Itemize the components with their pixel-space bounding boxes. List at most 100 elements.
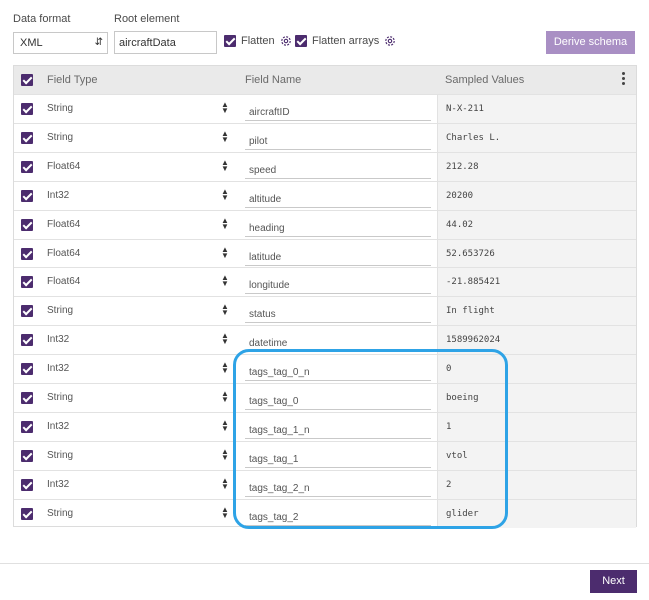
sort-arrows-icon[interactable]: ▲ ▼ (221, 332, 229, 346)
field-type-select[interactable]: Int32 (47, 334, 69, 345)
field-name-input[interactable]: tags_tag_1 (245, 446, 431, 468)
row-checkbox[interactable] (21, 507, 33, 520)
sort-arrows-icon[interactable]: ▲ ▼ (221, 187, 229, 201)
row-checkbox[interactable] (21, 218, 33, 231)
sort-arrows-icon[interactable]: ▲ ▼ (221, 216, 229, 230)
field-type-select[interactable]: Int32 (47, 421, 69, 432)
field-name-input[interactable]: tags_tag_0_n (245, 359, 431, 382)
sort-arrows-icon[interactable]: ▲ ▼ (221, 390, 229, 404)
row-checkbox[interactable] (21, 392, 33, 404)
row-checkbox[interactable] (21, 449, 33, 462)
row-checkbox[interactable] (21, 305, 33, 318)
field-name-input[interactable]: datetime (245, 330, 431, 353)
table-row: String ▲ ▼ aircraftID N-X-211 (14, 94, 636, 123)
field-name-input[interactable]: tags_tag_1_n (245, 417, 431, 439)
gear-icon[interactable] (280, 35, 292, 47)
more-options-icon[interactable] (622, 72, 626, 87)
next-button[interactable]: Next (590, 570, 637, 593)
row-checkbox[interactable] (21, 247, 33, 260)
table-row: Int32 ▲ ▼ altitude 20200 (14, 180, 636, 210)
field-type-select[interactable]: Float64 (47, 248, 80, 259)
sampled-value: Charles L. (437, 123, 636, 152)
sort-arrows-icon[interactable]: ▲ ▼ (221, 303, 229, 317)
data-format-select[interactable]: XML ⇵ (13, 32, 108, 54)
sampled-value: 212.28 (437, 152, 636, 181)
schema-table: Field Type Field Name Sampled Values Str… (13, 65, 637, 528)
table-row: String ▲ ▼ status In flight (14, 296, 636, 326)
field-type-select[interactable]: Float64 (47, 219, 80, 230)
field-name-input[interactable]: altitude (245, 186, 431, 208)
sort-arrows-icon[interactable]: ▲ ▼ (221, 245, 229, 259)
flatten-checkbox[interactable] (224, 35, 236, 47)
table-row: String ▲ ▼ tags_tag_0 boeing (14, 383, 636, 412)
sort-arrows-icon[interactable]: ▲ ▼ (221, 505, 229, 519)
gear-icon[interactable] (384, 35, 396, 47)
field-type-select[interactable]: String (47, 103, 73, 114)
field-name-input[interactable]: speed (245, 157, 431, 179)
row-checkbox[interactable] (21, 334, 33, 347)
table-row: String ▲ ▼ tags_tag_2 glider (14, 498, 636, 528)
sampled-value: 1 (437, 412, 636, 441)
flatten-label: Flatten (241, 35, 275, 47)
field-type-select[interactable]: Float64 (47, 161, 80, 172)
field-name-input[interactable]: longitude (245, 272, 431, 295)
column-header-sampled-values: Sampled Values (445, 74, 525, 86)
field-type-select[interactable]: String (47, 305, 73, 316)
flatten-arrays-label: Flatten arrays (312, 35, 380, 47)
root-element-input[interactable]: aircraftData (114, 31, 217, 54)
field-type-select[interactable]: Int32 (47, 363, 69, 374)
row-checkbox[interactable] (21, 363, 33, 376)
footer-divider (0, 563, 649, 564)
row-checkbox[interactable] (21, 478, 33, 491)
table-row: Float64 ▲ ▼ heading 44.02 (14, 209, 636, 239)
field-type-select[interactable]: String (47, 132, 73, 143)
sampled-value: 52.653726 (437, 239, 636, 268)
field-name-input[interactable]: aircraftID (245, 99, 431, 121)
field-type-select[interactable]: Float64 (47, 276, 80, 287)
sort-arrows-icon[interactable]: ▲ ▼ (221, 274, 229, 288)
derive-schema-button[interactable]: Derive schema (546, 31, 635, 54)
sampled-value: glider (437, 499, 636, 528)
select-all-checkbox[interactable] (21, 74, 33, 86)
field-type-select[interactable]: Int32 (47, 190, 69, 201)
field-name-input[interactable]: tags_tag_2 (245, 504, 431, 526)
sort-arrows-icon[interactable]: ▲ ▼ (221, 476, 229, 490)
table-row: Int32 ▲ ▼ datetime 1589962024 (14, 325, 636, 355)
sampled-value: boeing (437, 384, 636, 412)
sampled-value: 1589962024 (437, 326, 636, 355)
field-name-input[interactable]: latitude (245, 244, 431, 266)
sampled-value: 44.02 (437, 210, 636, 239)
sort-arrows-icon[interactable]: ▲ ▼ (221, 418, 229, 432)
table-row: Float64 ▲ ▼ longitude -21.885421 (14, 267, 636, 297)
flatten-arrays-checkbox[interactable] (295, 35, 307, 47)
field-type-select[interactable]: Int32 (47, 479, 69, 490)
row-checkbox[interactable] (21, 189, 33, 202)
field-name-input[interactable]: status (245, 301, 431, 324)
column-header-field-name: Field Name (245, 74, 302, 86)
sampled-value: In flight (437, 297, 636, 326)
sort-arrows-icon[interactable]: ▲ ▼ (221, 361, 229, 375)
sampled-value: 0 (437, 355, 636, 384)
sort-arrows-icon[interactable]: ▲ ▼ (221, 158, 229, 172)
table-row: Int32 ▲ ▼ tags_tag_1_n 1 (14, 411, 636, 441)
sort-arrows-icon[interactable]: ▲ ▼ (221, 101, 229, 115)
sampled-value: -21.885421 (437, 268, 636, 297)
sort-arrows-icon[interactable]: ▲ ▼ (221, 447, 229, 461)
row-checkbox[interactable] (21, 103, 33, 115)
root-element-label: Root element (114, 13, 180, 25)
field-name-input[interactable]: tags_tag_0 (245, 388, 431, 410)
field-type-select[interactable]: String (47, 508, 73, 519)
table-row: Int32 ▲ ▼ tags_tag_2_n 2 (14, 469, 636, 499)
column-header-field-type: Field Type (47, 74, 98, 86)
field-type-select[interactable]: String (47, 450, 73, 461)
table-row: Float64 ▲ ▼ latitude 52.653726 (14, 238, 636, 268)
field-type-select[interactable]: String (47, 392, 73, 403)
row-checkbox[interactable] (21, 131, 33, 144)
field-name-input[interactable]: heading (245, 215, 431, 237)
row-checkbox[interactable] (21, 160, 33, 173)
row-checkbox[interactable] (21, 420, 33, 433)
sort-arrows-icon[interactable]: ▲ ▼ (221, 129, 229, 143)
field-name-input[interactable]: pilot (245, 128, 431, 150)
row-checkbox[interactable] (21, 276, 33, 289)
field-name-input[interactable]: tags_tag_2_n (245, 475, 431, 497)
